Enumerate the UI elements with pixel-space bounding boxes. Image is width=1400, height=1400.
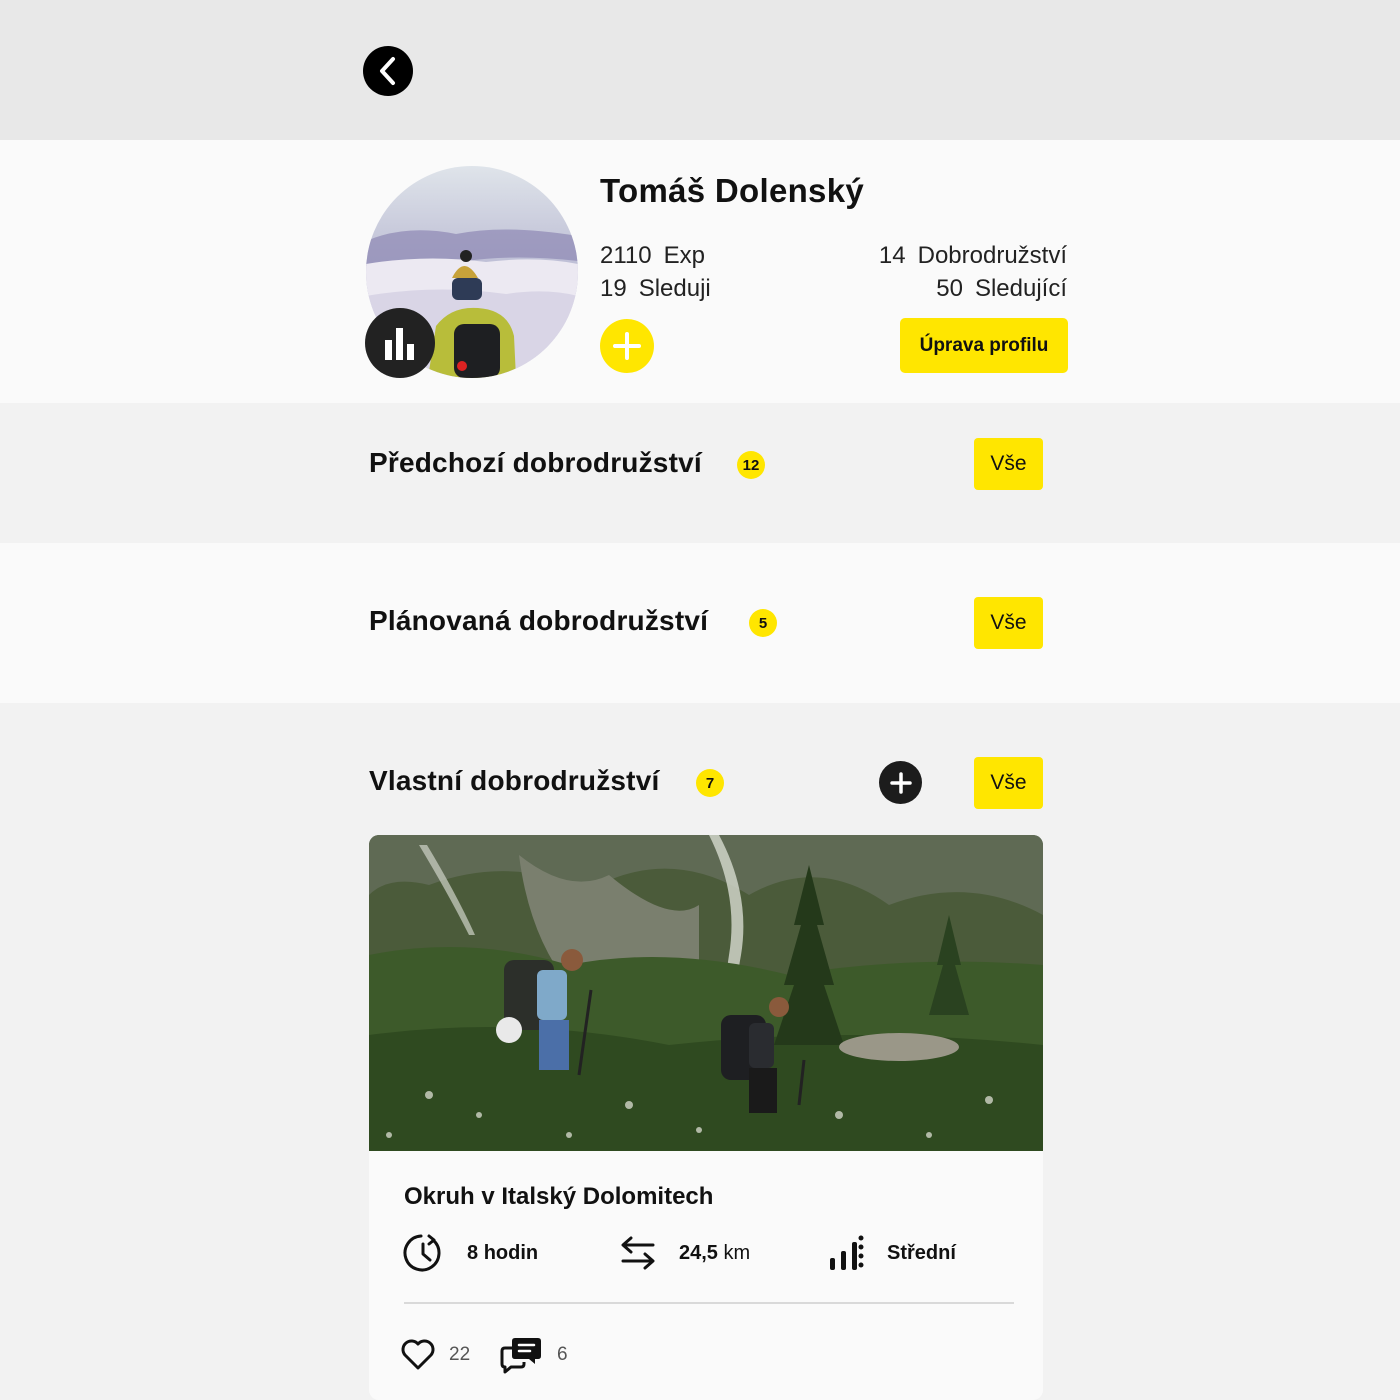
plus-icon — [613, 332, 641, 360]
bar-chart-icon — [385, 328, 414, 360]
distance-value: 24,5 — [679, 1241, 718, 1264]
comments-count: 6 — [557, 1344, 568, 1365]
exp-value: 2110 — [600, 242, 652, 269]
planned-adventures-count: 5 — [749, 609, 777, 637]
chevron-left-icon — [380, 57, 395, 85]
own-adventures-title: Vlastní dobrodružství — [369, 765, 660, 796]
own-adventures-all-button[interactable]: Vše — [974, 757, 1043, 809]
likes-count: 22 — [449, 1344, 471, 1365]
following-stat[interactable]: 19 Sleduji — [600, 275, 711, 303]
back-button[interactable] — [363, 46, 413, 96]
following-label: Sleduji — [638, 275, 711, 302]
top-bar — [0, 0, 1400, 140]
previous-adventures-all-button[interactable]: Vše — [974, 438, 1043, 490]
own-adventures-count: 7 — [696, 769, 724, 797]
adventure-photo — [369, 835, 1043, 1151]
adventures-stat[interactable]: 14 Dobrodružství — [879, 242, 1067, 270]
difficulty-meta: Střední — [829, 1233, 956, 1273]
previous-adventures-title: Předchozí dobrodružství — [369, 447, 702, 478]
adventures-value: 14 — [878, 242, 906, 269]
followers-stat[interactable]: 50 Sledující — [936, 275, 1067, 303]
exp-label: Exp — [663, 242, 705, 269]
exp-stat: 2110 Exp — [600, 242, 705, 270]
previous-adventures-count: 12 — [737, 451, 765, 479]
profile-header: Tomáš Dolenský 2110 Exp 19 Sleduji 14 Dobro… — [0, 140, 1400, 403]
followers-label: Sledující — [974, 275, 1067, 302]
heart-icon — [401, 1339, 435, 1370]
arrows-swap-icon — [621, 1236, 655, 1270]
distance-meta: 24,5 km — [619, 1233, 750, 1273]
comment-control[interactable]: 6 — [499, 1335, 568, 1375]
following-value: 19 — [600, 275, 627, 302]
duration-meta: 8 hodin — [403, 1233, 538, 1273]
planned-adventures-all-button[interactable]: Vše — [974, 597, 1043, 649]
planned-adventures-title: Plánovaná dobrodružství — [369, 605, 709, 636]
clock-icon — [403, 1234, 441, 1272]
previous-adventures-section: Předchozí dobrodružství 12 Vše — [0, 403, 1400, 543]
add-friend-button[interactable] — [600, 319, 654, 373]
stats-badge[interactable] — [365, 308, 435, 378]
adventure-card[interactable]: Okruh v Italský Dolomitech 8 hodin 24,5 … — [369, 835, 1043, 1400]
add-adventure-button[interactable] — [879, 761, 922, 804]
card-divider — [404, 1302, 1014, 1304]
duration-value: 8 — [467, 1241, 479, 1264]
difficulty-bars-icon — [830, 1235, 864, 1270]
followers-value: 50 — [936, 275, 963, 302]
difficulty-value: Střední — [887, 1241, 956, 1264]
profile-name: Tomáš Dolenský — [600, 172, 865, 209]
adventure-title: Okruh v Italský Dolomitech — [404, 1183, 714, 1210]
distance-unit: km — [723, 1241, 751, 1264]
planned-adventures-section: Plánovaná dobrodružství 5 Vše — [0, 543, 1400, 703]
plus-icon — [889, 771, 912, 794]
chat-bubble-icon — [500, 1338, 541, 1374]
edit-profile-button[interactable]: Úprava profilu — [900, 318, 1068, 373]
duration-unit: hodin — [483, 1241, 539, 1264]
adventures-label: Dobrodružství — [917, 242, 1067, 269]
like-control[interactable]: 22 — [401, 1335, 470, 1375]
